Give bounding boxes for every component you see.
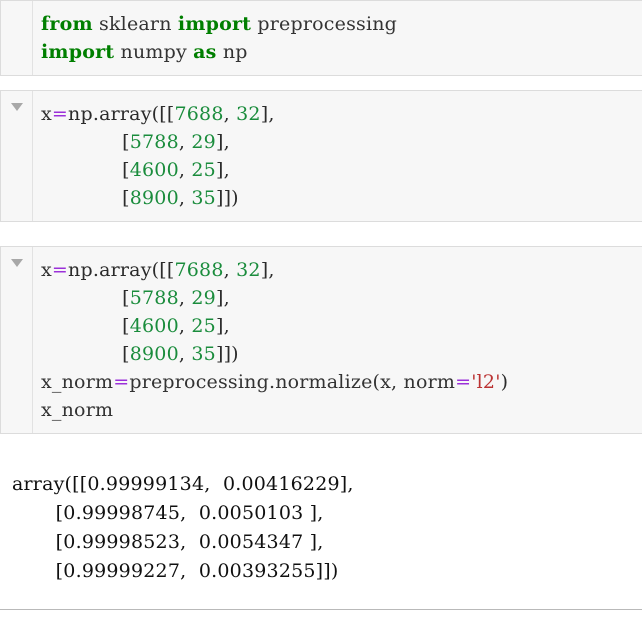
- code-token-plain: sklearn: [92, 13, 178, 35]
- output-line: [0.99998523, 0.0054347 ],: [12, 531, 324, 553]
- code-editor-area[interactable]: x=np.array([[7688, 32], [5788, 29], [460…: [33, 247, 642, 433]
- code-token-punc: [: [41, 343, 130, 365]
- code-token-num: 7688: [174, 259, 224, 281]
- code-token-op: =: [455, 371, 472, 393]
- code-token-num: 8900: [129, 343, 179, 365]
- code-token-punc: ,: [178, 187, 192, 209]
- code-token-punc: ]]): [215, 343, 239, 365]
- code-token-num: 29: [191, 131, 216, 153]
- code-line: x=np.array([[7688, 32],: [41, 256, 636, 284]
- code-token-num: 25: [191, 159, 216, 181]
- cell-spacer: [0, 76, 642, 90]
- code-token-plain: preprocessing.normalize(x, norm: [129, 371, 456, 393]
- code-token-plain: preprocessing: [251, 13, 398, 35]
- code-token-op: =: [113, 371, 130, 393]
- collapse-triangle-icon[interactable]: [11, 259, 23, 267]
- cell-spacer: [0, 434, 642, 458]
- code-token-punc: [: [41, 315, 130, 337]
- collapse-triangle-icon[interactable]: [11, 103, 23, 111]
- code-token-punc: np.array([[: [68, 103, 175, 125]
- code-line: x_norm=preprocessing.normalize(x, norm='…: [41, 368, 636, 396]
- code-line: [5788, 29],: [41, 128, 636, 156]
- code-token-punc: ],: [215, 287, 230, 309]
- code-token-punc: ],: [215, 159, 230, 181]
- cell-output-area: array([[0.99999134, 0.00416229], [0.9999…: [0, 458, 642, 592]
- code-token-op: =: [51, 259, 69, 281]
- code-token-plain: numpy: [114, 41, 194, 63]
- code-token-num: 35: [191, 187, 216, 209]
- code-token-num: 32: [236, 259, 261, 281]
- output-line: [0.99999227, 0.00393255]]): [12, 560, 339, 582]
- code-token-plain: x_norm: [41, 399, 114, 421]
- code-token-num: 25: [191, 315, 216, 337]
- code-token-num: 5788: [129, 131, 179, 153]
- code-editor-area[interactable]: from sklearn import preprocessing import …: [33, 1, 642, 75]
- code-line: [4600, 25],: [41, 312, 636, 340]
- code-cell[interactable]: x=np.array([[7688, 32], [5788, 29], [460…: [0, 246, 642, 434]
- code-token-kw: from: [41, 13, 93, 35]
- code-token-plain: x: [41, 103, 52, 125]
- code-cell[interactable]: from sklearn import preprocessing import …: [0, 0, 642, 76]
- cell-gutter: [1, 1, 33, 75]
- code-token-plain: x_norm: [41, 371, 114, 393]
- code-token-kw: import: [177, 13, 252, 35]
- code-token-op: =: [51, 103, 69, 125]
- code-token-plain: x: [41, 259, 52, 281]
- code-token-punc: ): [500, 371, 509, 393]
- cell-gutter: [1, 91, 33, 221]
- code-token-punc: [: [41, 131, 130, 153]
- code-token-punc: ,: [178, 159, 192, 181]
- code-token-punc: ,: [178, 287, 192, 309]
- code-token-num: 4600: [129, 159, 179, 181]
- cell-gutter: [1, 247, 33, 433]
- output-line: [0.99998745, 0.0050103 ],: [12, 502, 324, 524]
- code-token-punc: [: [41, 287, 130, 309]
- cell-spacer: [0, 222, 642, 246]
- code-token-punc: [: [41, 159, 130, 181]
- code-cell[interactable]: x=np.array([[7688, 32], [5788, 29], [460…: [0, 90, 642, 222]
- code-token-punc: ,: [178, 131, 192, 153]
- code-token-num: 7688: [174, 103, 224, 125]
- code-token-kw: import: [41, 41, 115, 63]
- code-token-str: 'l2': [471, 371, 501, 393]
- code-token-num: 5788: [129, 287, 179, 309]
- code-token-punc: ],: [260, 103, 275, 125]
- code-token-punc: ,: [178, 315, 192, 337]
- code-token-num: 8900: [129, 187, 179, 209]
- code-token-punc: ,: [223, 259, 237, 281]
- code-token-punc: ,: [223, 103, 237, 125]
- code-token-plain: np: [216, 41, 248, 63]
- code-token-kw: as: [193, 41, 217, 63]
- code-token-num: 4600: [129, 315, 179, 337]
- code-line: [4600, 25],: [41, 156, 636, 184]
- code-token-num: 35: [191, 343, 216, 365]
- code-token-punc: ],: [260, 259, 275, 281]
- code-token-punc: ],: [215, 315, 230, 337]
- code-token-num: 29: [191, 287, 216, 309]
- code-token-punc: ,: [178, 343, 192, 365]
- code-token-punc: np.array([[: [68, 259, 175, 281]
- code-line: x=np.array([[7688, 32],: [41, 100, 636, 128]
- code-token-num: 32: [236, 103, 261, 125]
- output-line: array([[0.99999134, 0.00416229],: [12, 473, 354, 495]
- code-line: from sklearn import preprocessing: [41, 10, 636, 38]
- code-token-punc: ]]): [215, 187, 239, 209]
- code-editor-area[interactable]: x=np.array([[7688, 32], [5788, 29], [460…: [33, 91, 642, 221]
- output-text-block: array([[0.99999134, 0.00416229], [0.9999…: [12, 470, 636, 586]
- bottom-divider: [0, 609, 642, 610]
- code-token-punc: ],: [215, 131, 230, 153]
- code-token-punc: [: [41, 187, 130, 209]
- notebook-container: from sklearn import preprocessing import …: [0, 0, 642, 619]
- code-line: [8900, 35]]): [41, 340, 636, 368]
- notebook-cells: from sklearn import preprocessing import …: [0, 0, 642, 458]
- code-line: x_norm: [41, 396, 636, 424]
- code-line: [5788, 29],: [41, 284, 636, 312]
- code-line: [8900, 35]]): [41, 184, 636, 212]
- code-line: import numpy as np: [41, 38, 636, 66]
